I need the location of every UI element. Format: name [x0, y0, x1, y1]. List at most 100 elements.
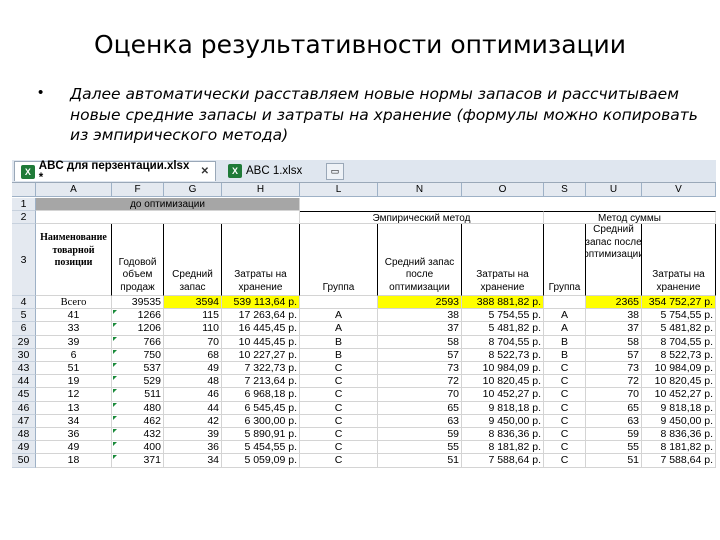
cell-storage-cost[interactable]: 7 213,64 р. [222, 375, 300, 389]
cell-avg-stock-after[interactable]: 73 [378, 362, 462, 376]
cell-avg-stock-after-sum[interactable]: 73 [586, 362, 642, 376]
empty-cell[interactable] [36, 211, 300, 224]
close-icon[interactable]: ✕ [201, 166, 209, 177]
cell-group-sum[interactable]: C [544, 388, 586, 402]
row-header[interactable]: 48 [12, 428, 36, 442]
cell-storage-cost-after[interactable]: 7 588,64 р. [462, 454, 544, 468]
cell-avg-stock[interactable]: 42 [164, 414, 222, 428]
cell-name[interactable]: 34 [36, 414, 112, 428]
cell-name[interactable]: 49 [36, 441, 112, 455]
cell-storage-cost-after-sum[interactable]: 9 818,18 р. [642, 401, 716, 415]
cell-storage-cost[interactable]: 6 968,18 р. [222, 388, 300, 402]
cell-storage-cost-after[interactable]: 9 818,18 р. [462, 401, 544, 415]
cell-avg-stock[interactable]: 110 [164, 322, 222, 336]
cell-storage-cost-after[interactable]: 8 704,55 р. [462, 335, 544, 349]
cell-avg-stock[interactable]: 36 [164, 441, 222, 455]
column-header-v[interactable]: V [642, 183, 716, 197]
cell-storage-cost-after[interactable]: 388 881,82 р. [462, 296, 544, 310]
cell-storage-cost-after-sum[interactable]: 9 450,00 р. [642, 414, 716, 428]
cell-avg-stock[interactable]: 34 [164, 454, 222, 468]
cell-avg-stock-after[interactable]: 72 [378, 375, 462, 389]
row-header[interactable]: 47 [12, 414, 36, 428]
row-header[interactable]: 29 [12, 335, 36, 349]
row-header[interactable]: 49 [12, 441, 36, 455]
cell-avg-stock-after-sum[interactable]: 2365 [586, 296, 642, 310]
cell-annual-sales[interactable]: 1266 [112, 309, 164, 323]
cell-avg-stock-after-sum[interactable]: 72 [586, 375, 642, 389]
column-header-o[interactable]: O [462, 183, 544, 197]
cell-storage-cost-after[interactable]: 8 181,82 р. [462, 441, 544, 455]
cell-avg-stock-after[interactable]: 59 [378, 428, 462, 442]
cell-storage-cost-after[interactable]: 10 820,45 р. [462, 375, 544, 389]
cell-group-sum[interactable]: C [544, 454, 586, 468]
row-header[interactable]: 43 [12, 362, 36, 376]
cell-avg-stock-after[interactable]: 38 [378, 309, 462, 323]
cell-group-sum[interactable]: C [544, 375, 586, 389]
cell-group-sum[interactable]: C [544, 441, 586, 455]
cell-storage-cost-after-sum[interactable]: 354 752,27 р. [642, 296, 716, 310]
cell-avg-stock[interactable]: 115 [164, 309, 222, 323]
cell-avg-stock-after[interactable]: 58 [378, 335, 462, 349]
cell-annual-sales[interactable]: 511 [112, 388, 164, 402]
cell-storage-cost[interactable]: 6 545,45 р. [222, 401, 300, 415]
cell-avg-stock-after[interactable]: 57 [378, 348, 462, 362]
cell-storage-cost-after[interactable]: 8 522,73 р. [462, 348, 544, 362]
cell-group-sum[interactable]: A [544, 309, 586, 323]
cell-avg-stock-after[interactable]: 65 [378, 401, 462, 415]
row-header[interactable]: 44 [12, 375, 36, 389]
cell-avg-stock-after-sum[interactable]: 63 [586, 414, 642, 428]
cell-group-sum[interactable] [544, 296, 586, 310]
cell-group-sum[interactable]: B [544, 335, 586, 349]
cell-group-sum[interactable]: C [544, 414, 586, 428]
select-all-corner[interactable] [12, 183, 36, 197]
column-header-f[interactable]: F [112, 183, 164, 197]
cell-storage-cost-after-sum[interactable]: 10 984,09 р. [642, 362, 716, 376]
cell-storage-cost-after-sum[interactable]: 8 704,55 р. [642, 335, 716, 349]
cell-group[interactable] [300, 296, 378, 310]
cell-storage-cost[interactable]: 6 300,00 р. [222, 414, 300, 428]
cell-storage-cost-after-sum[interactable]: 7 588,64 р. [642, 454, 716, 468]
column-header-n[interactable]: N [378, 183, 462, 197]
cell-storage-cost[interactable]: 7 322,73 р. [222, 362, 300, 376]
cell-storage-cost[interactable]: 10 445,45 р. [222, 335, 300, 349]
cell-avg-stock-after[interactable]: 2593 [378, 296, 462, 310]
cell-group[interactable]: C [300, 454, 378, 468]
cell-avg-stock-after-sum[interactable]: 58 [586, 335, 642, 349]
cell-annual-sales[interactable]: 529 [112, 375, 164, 389]
cell-avg-stock-after-sum[interactable]: 51 [586, 454, 642, 468]
cell-storage-cost-after[interactable]: 10 452,27 р. [462, 388, 544, 402]
cell-name[interactable]: 18 [36, 454, 112, 468]
cell-avg-stock[interactable]: 39 [164, 428, 222, 442]
row-header[interactable]: 4 [12, 296, 36, 310]
row-header[interactable]: 5 [12, 309, 36, 323]
column-header-l[interactable]: L [300, 183, 378, 197]
row-header[interactable]: 2 [12, 211, 36, 224]
cell-storage-cost-after-sum[interactable]: 8 522,73 р. [642, 348, 716, 362]
cell-avg-stock[interactable]: 48 [164, 375, 222, 389]
cell-avg-stock[interactable]: 44 [164, 401, 222, 415]
row-header[interactable]: 3 [12, 224, 36, 296]
cell-annual-sales[interactable]: 432 [112, 428, 164, 442]
cell-storage-cost[interactable]: 17 263,64 р. [222, 309, 300, 323]
cell-annual-sales[interactable]: 766 [112, 335, 164, 349]
cell-group-sum[interactable]: C [544, 362, 586, 376]
cell-annual-sales[interactable]: 1206 [112, 322, 164, 336]
cell-group[interactable]: C [300, 428, 378, 442]
cell-name[interactable]: 6 [36, 348, 112, 362]
cell-annual-sales[interactable]: 462 [112, 414, 164, 428]
new-tab-icon[interactable]: ▭ [326, 163, 344, 180]
cell-group-sum[interactable]: C [544, 401, 586, 415]
cell-name[interactable]: Всего [36, 296, 112, 310]
cell-name[interactable]: 41 [36, 309, 112, 323]
cell-storage-cost-after-sum[interactable]: 5 754,55 р. [642, 309, 716, 323]
row-header[interactable]: 6 [12, 322, 36, 336]
column-header-s[interactable]: S [544, 183, 586, 197]
cell-storage-cost-after-sum[interactable]: 8 181,82 р. [642, 441, 716, 455]
cell-name[interactable]: 33 [36, 322, 112, 336]
row-header[interactable]: 30 [12, 348, 36, 362]
cell-group[interactable]: C [300, 414, 378, 428]
cell-name[interactable]: 39 [36, 335, 112, 349]
cell-storage-cost[interactable]: 10 227,27 р. [222, 348, 300, 362]
cell-storage-cost-after[interactable]: 10 984,09 р. [462, 362, 544, 376]
cell-avg-stock[interactable]: 3594 [164, 296, 222, 310]
